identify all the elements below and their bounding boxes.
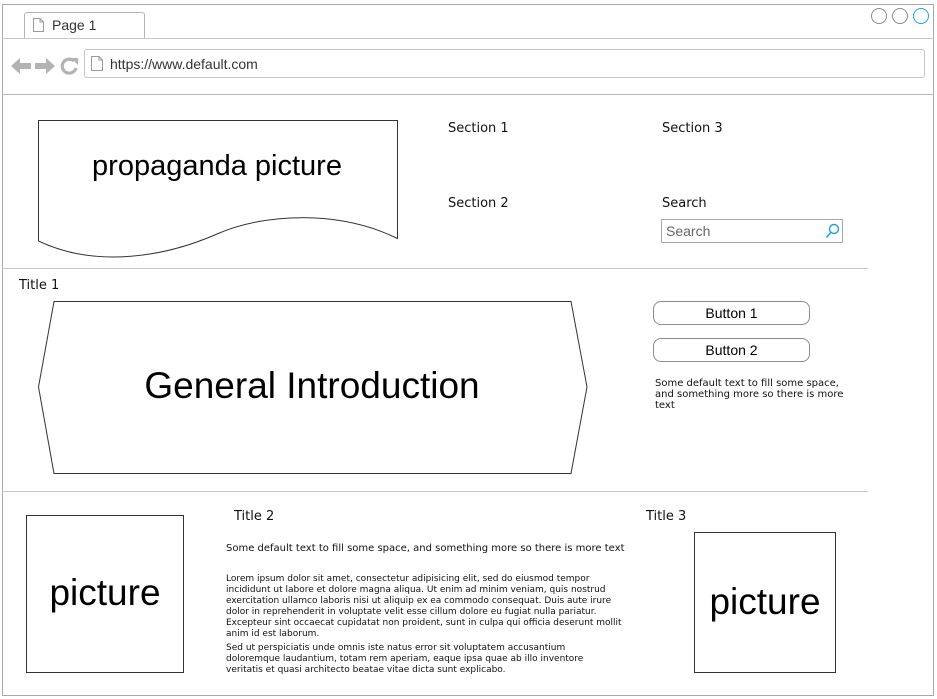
page-icon <box>91 56 103 71</box>
search-input[interactable]: Search <box>661 219 843 243</box>
nav-section-2[interactable]: Section 2 <box>448 196 509 211</box>
title-2: Title 2 <box>234 509 275 524</box>
banner-picture <box>38 120 398 258</box>
left-picture: picture <box>26 515 184 673</box>
button-2[interactable]: Button 2 <box>653 338 810 362</box>
search-label: Search <box>662 196 707 211</box>
title-3: Title 3 <box>646 509 687 524</box>
title-1: Title 1 <box>19 278 60 293</box>
tab-label: Page 1 <box>52 17 97 33</box>
lorem-paragraph-1: Lorem ipsum dolor sit amet, consectetur … <box>226 574 622 639</box>
close-button[interactable] <box>913 8 929 24</box>
button-1[interactable]: Button 1 <box>653 301 810 325</box>
url-text: https://www.default.com <box>110 56 258 72</box>
left-picture-label: picture <box>49 572 161 613</box>
nav-section-3[interactable]: Section 3 <box>662 121 723 136</box>
section-divider <box>2 491 868 492</box>
section-divider <box>2 268 868 269</box>
intro-heading: General Introduction <box>144 365 480 406</box>
lorem-paragraph-2: Sed ut perspiciatis unde omnis iste natu… <box>226 643 584 675</box>
right-picture-label: picture <box>709 581 821 622</box>
search-placeholder: Search <box>666 223 711 239</box>
title-2-intro-text: Some default text to fill some space, an… <box>226 543 625 554</box>
minimize-button[interactable] <box>871 8 887 24</box>
reload-icon[interactable] <box>59 56 79 76</box>
address-bar[interactable]: https://www.default.com <box>84 49 925 78</box>
search-icon[interactable] <box>825 223 840 239</box>
intro-side-text: Some default text to fill some space, an… <box>655 378 844 411</box>
nav-section-1[interactable]: Section 1 <box>448 121 509 136</box>
forward-arrow-icon[interactable] <box>34 56 56 76</box>
maximize-button[interactable] <box>892 8 908 24</box>
banner-text: propaganda picture <box>92 150 342 182</box>
right-picture: picture <box>694 532 836 673</box>
back-arrow-icon[interactable] <box>10 56 32 76</box>
tab-page-1[interactable]: Page 1 <box>24 12 145 38</box>
page-icon <box>33 18 44 32</box>
